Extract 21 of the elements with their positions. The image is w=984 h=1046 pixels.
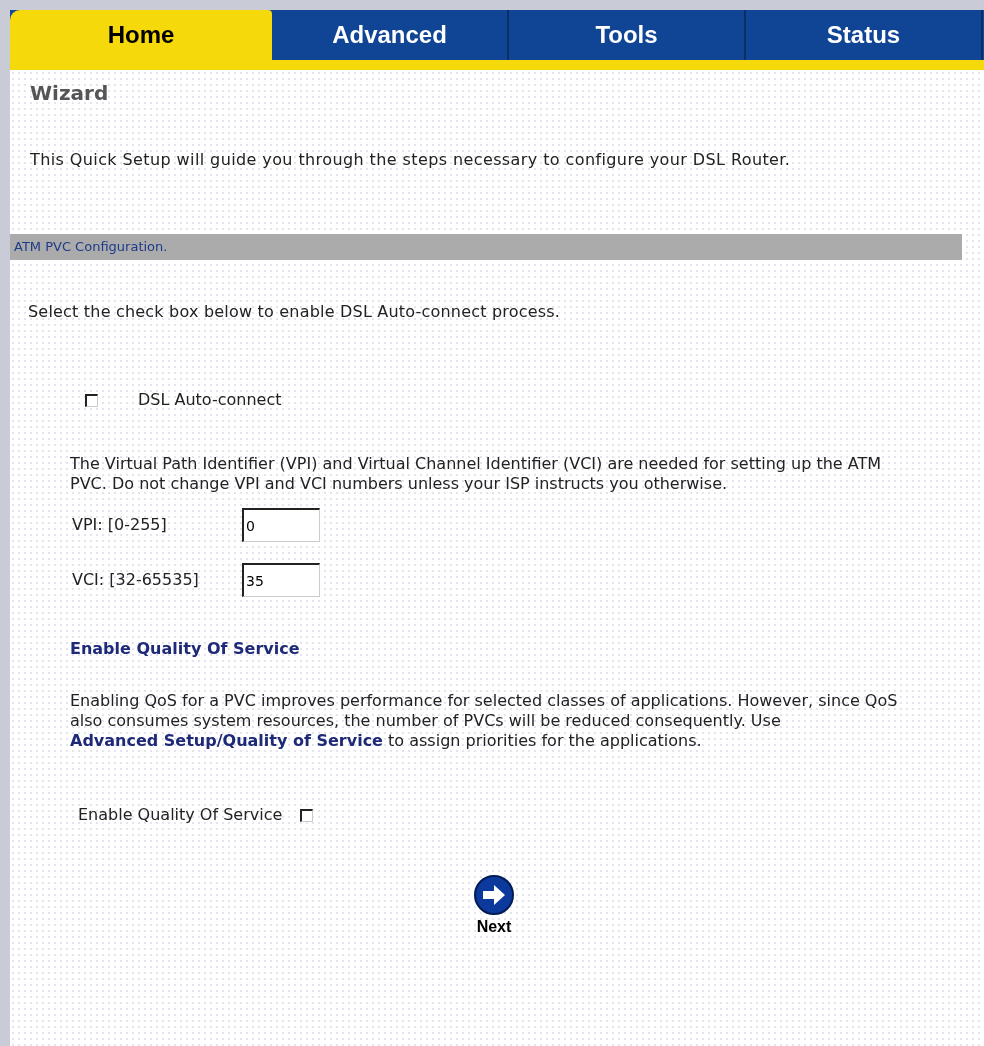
field-label: VCI: [32-65535] (72, 569, 200, 591)
qos-label: Enable Quality Of Service (78, 804, 283, 826)
qos-note: Enabling QoS for a PVC improves performance for selected classes of applications. However, since QoS also consumes system resources, the number of PVCs will be reduced consequently. Use Advanced Setup/Quality of Service to assign priorities for the applications. (70, 691, 899, 751)
page-title: Wizard (30, 80, 110, 107)
auto-connect-label: DSL Auto-connect (138, 389, 282, 411)
next-button[interactable]: Next (462, 875, 526, 939)
nav-tab[interactable]: Home (10, 10, 272, 60)
intro-text: This Quick Setup will guide you through the steps necessary to configure your DSL Router. (30, 149, 792, 171)
qos-settings-link[interactable]: Advanced Setup/Quality of Service (70, 731, 383, 750)
nav-tab[interactable]: Tools (509, 10, 746, 60)
section-header: ATM PVC Configuration. (10, 234, 962, 260)
nav-tab[interactable]: Status (746, 10, 983, 60)
nav-tab[interactable]: Advanced (272, 10, 509, 60)
field-label: VPI: [0-255] (72, 514, 168, 536)
input-field[interactable]: 0 (242, 508, 320, 542)
vpi-vci-note: The Virtual Path Identifier (VPI) and Virtual Channel Identifier (VCI) are needed for setting up the ATM PVC. Do not change VPI and VCI numbers unless your ISP instructs you otherwise. (70, 454, 883, 494)
auto-connect-checkbox[interactable] (85, 393, 98, 407)
qos-checkbox[interactable] (300, 808, 314, 822)
qos-heading: Enable Quality Of Service (70, 638, 301, 660)
input-field[interactable]: 35 (242, 563, 320, 597)
auto-connect-hint: Select the check box below to enable DSL Auto-connect process. (28, 301, 562, 323)
